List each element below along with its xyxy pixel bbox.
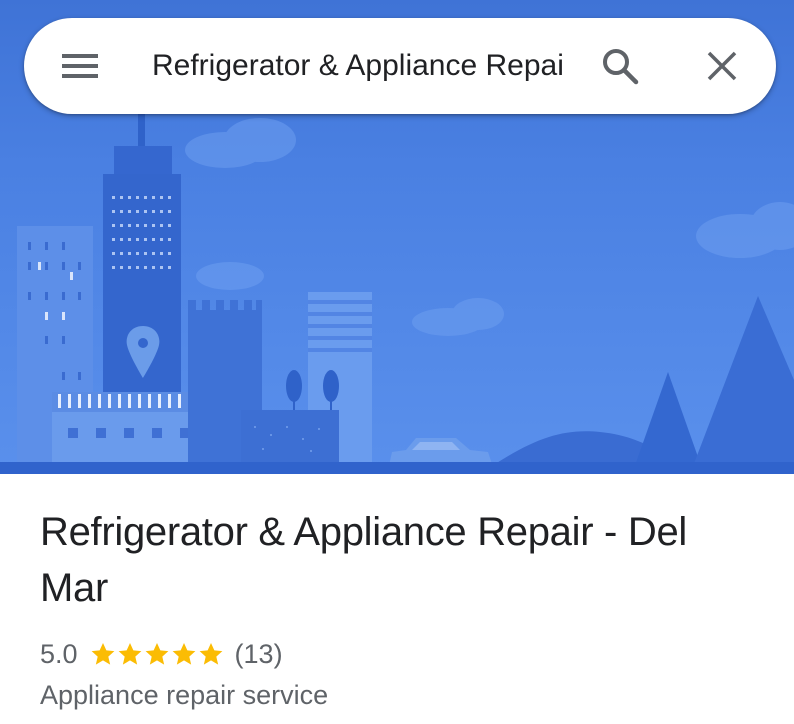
star-icon <box>118 642 141 665</box>
place-category[interactable]: Appliance repair service <box>40 678 760 712</box>
rating-value: 5.0 <box>40 638 78 669</box>
hamburger-menu-icon <box>62 54 98 78</box>
clear-search-button[interactable] <box>694 40 750 92</box>
star-icon <box>145 642 168 665</box>
place-title: Refrigerator & Appliance Repair - Del Ma… <box>40 510 687 610</box>
search-icon <box>603 49 639 85</box>
search-input[interactable]: Refrigerator & Appliance Repair - Del Ma… <box>152 42 564 90</box>
close-icon <box>707 51 737 81</box>
menu-button[interactable] <box>52 44 108 88</box>
star-rating <box>90 641 225 667</box>
review-count-link[interactable]: (13) <box>235 639 283 670</box>
star-icon <box>91 642 114 665</box>
search-bar: Refrigerator & Appliance Repair - Del Ma… <box>24 18 776 114</box>
search-button[interactable] <box>592 40 648 92</box>
place-details: Refrigerator & Appliance Repair - Del Ma… <box>40 504 760 712</box>
star-icon <box>172 642 195 665</box>
star-icon <box>199 642 222 665</box>
rating-row[interactable]: 5.0 (13) <box>40 638 760 670</box>
